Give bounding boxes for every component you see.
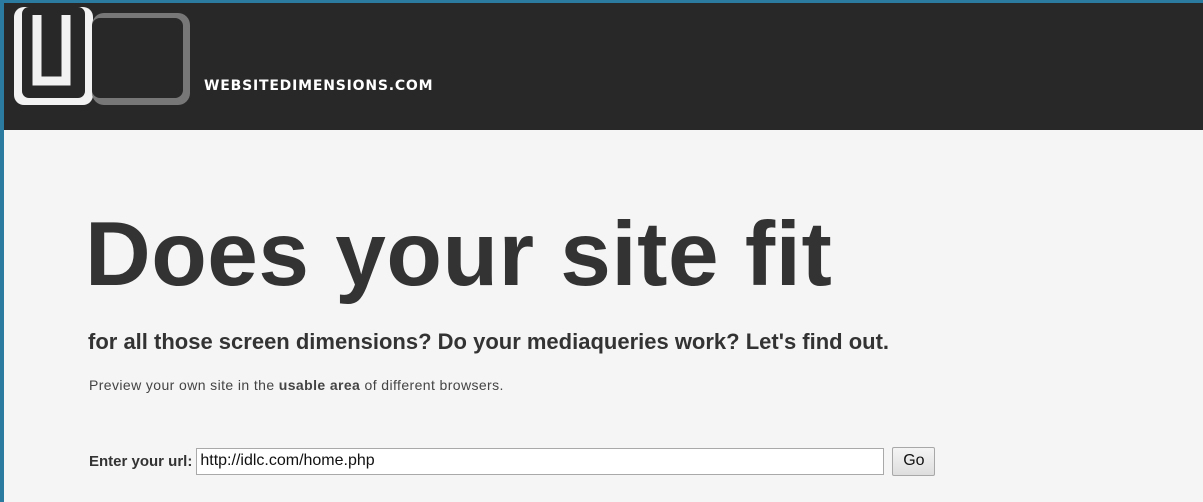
site-header: WEBSITEDIMENSIONS.COM — [4, 3, 1203, 130]
url-input[interactable] — [196, 447, 885, 475]
preview-description: Preview your own site in the usable area… — [89, 376, 504, 394]
browser-page: WEBSITEDIMENSIONS.COM Does your site fit… — [4, 3, 1203, 502]
url-form: Enter your url: Go — [89, 446, 936, 476]
preview-description-end: of different browsers. — [360, 377, 504, 393]
usable-area-emphasis: usable area — [278, 377, 361, 393]
site-name[interactable]: WEBSITEDIMENSIONS.COM — [204, 78, 433, 94]
websitedimensions-logo[interactable] — [14, 7, 190, 107]
hero-title: Does your site fit — [85, 204, 833, 305]
go-button[interactable]: Go — [892, 446, 936, 476]
url-label: Enter your url: — [89, 452, 193, 470]
hero-subtitle: for all those screen dimensions? Do your… — [88, 329, 890, 354]
preview-description-start: Preview your own site in the — [89, 377, 279, 393]
